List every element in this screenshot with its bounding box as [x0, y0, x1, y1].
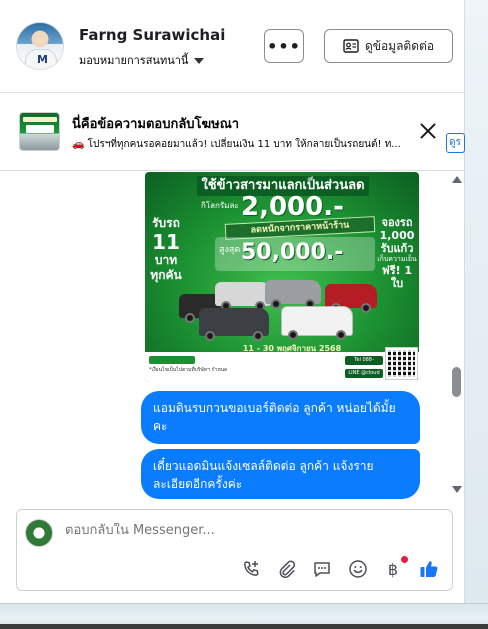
- ad-image-cars: [175, 274, 385, 344]
- ad-reply-title: นี่คือข้อความตอบกลับโฆษณา: [72, 117, 240, 132]
- avatar[interactable]: M: [16, 22, 64, 70]
- message-text: แอมดินรบกวนขอเบอร์ติดต่อ ลูกค้า หน่อยได้…: [153, 401, 396, 433]
- scroll-down-arrow[interactable]: [452, 486, 462, 493]
- conversation-header: M Farng Surawichai มอบหมายการสนทนานี้ ••…: [0, 0, 465, 92]
- emoji-icon[interactable]: [347, 558, 369, 580]
- right-num: 1,000: [379, 229, 415, 242]
- emoji-icon-svg: [349, 560, 367, 578]
- right-small: เก็บความเย็น: [377, 255, 417, 263]
- call-add-icon-svg: [244, 561, 259, 576]
- contact-label: ดูข้อมูลติดต่อ: [364, 38, 435, 53]
- qr-code: [385, 347, 418, 380]
- ad-image-line: LINE @cloud: [345, 369, 383, 378]
- close-icon[interactable]: [420, 123, 436, 139]
- ad-image-footer-logo: [149, 356, 195, 364]
- contact-card-icon: [343, 39, 359, 53]
- message-bubble[interactable]: แอมดินรบกวนขอเบอร์ติดต่อ ลูกค้า หน่อยได้…: [141, 391, 420, 444]
- background-right: [465, 0, 488, 603]
- message-bubble[interactable]: เดี๋ยวแอดมินแจ้งเซลล์ติดต่อ ลูกค้า แจ้งร…: [141, 449, 420, 499]
- ad-image-max-value: 50,000.-: [241, 240, 344, 265]
- notification-dot: [401, 556, 408, 563]
- attachment-icon-svg: [279, 560, 296, 579]
- car-3: [265, 280, 321, 309]
- avatar-logo: M: [37, 53, 48, 66]
- thumbs-up-icon[interactable]: [418, 558, 440, 580]
- page-avatar: [25, 519, 53, 547]
- right-line1: จองรถ: [381, 216, 413, 229]
- more-options-button[interactable]: •••: [264, 29, 304, 63]
- assign-label: มอบหมายการสนทนานี้: [79, 54, 189, 67]
- saved-reply-icon-svg: [314, 562, 330, 577]
- scroll-up-arrow[interactable]: [452, 176, 462, 183]
- left-line1: รับรถ: [152, 216, 180, 230]
- call-add-icon[interactable]: [240, 558, 262, 580]
- conversation-panel: M Farng Surawichai มอบหมายการสนทนานี้ ••…: [0, 0, 465, 603]
- more-icon: •••: [267, 36, 301, 56]
- see-ad-button[interactable]: ดูร: [446, 133, 465, 153]
- car-5: [199, 308, 269, 341]
- left-line2: บาท: [154, 253, 178, 267]
- ad-image-footer-note: *เงื่อนไขเป็นไปตามที่บริษัทฯ กำหนด: [149, 367, 228, 373]
- ad-reply-banner[interactable]: นี่คือข้อความตอบกลับโฆษณา 🚗 โปรฯที่ทุกคน…: [0, 93, 465, 171]
- saved-reply-icon[interactable]: [311, 558, 333, 580]
- scrollbar-thumb[interactable]: [452, 367, 461, 397]
- window-edge: [0, 624, 488, 629]
- ad-image-discount-prefix: กิโลกรัมละ: [201, 201, 239, 210]
- thumbs-up-icon-svg: [420, 561, 438, 577]
- car-4: [325, 284, 377, 313]
- ad-image-tel: Tel 088-6577932: [345, 356, 383, 372]
- car-6: [281, 306, 353, 340]
- car-2: [215, 282, 271, 311]
- ad-image-max-label: สูงสุด: [219, 245, 241, 255]
- ad-thumbnail[interactable]: [19, 112, 60, 151]
- view-contact-info-button[interactable]: ดูข้อมูลติดต่อ: [324, 29, 453, 63]
- message-text: เดี๋ยวแอดมินแจ้งเซลล์ติดต่อ ลูกค้า แจ้งร…: [153, 459, 374, 491]
- message-composer: ฿: [16, 509, 453, 591]
- contact-name[interactable]: Farng Surawichai: [79, 26, 225, 44]
- ad-image-left-column: รับรถ 11 บาท ทุกคัน: [149, 216, 183, 283]
- right-line2: รับแก้ว: [380, 242, 414, 255]
- assign-conversation-dropdown[interactable]: มอบหมายการสนทนานี้: [79, 51, 205, 69]
- ad-image[interactable]: ใช้ข้าวสารมาแลกเป็นส่วนลด กิโลกรัมละ 2,0…: [145, 172, 419, 382]
- caret-down-icon: [194, 57, 205, 64]
- attachment-icon[interactable]: [275, 558, 297, 580]
- ad-reply-description: 🚗 โปรฯที่ทุกคนรอคอยมาแล้ว! เปลี่ยนเงิน 1…: [72, 139, 401, 150]
- reply-input[interactable]: [65, 523, 435, 538]
- left-num: 11: [152, 230, 180, 254]
